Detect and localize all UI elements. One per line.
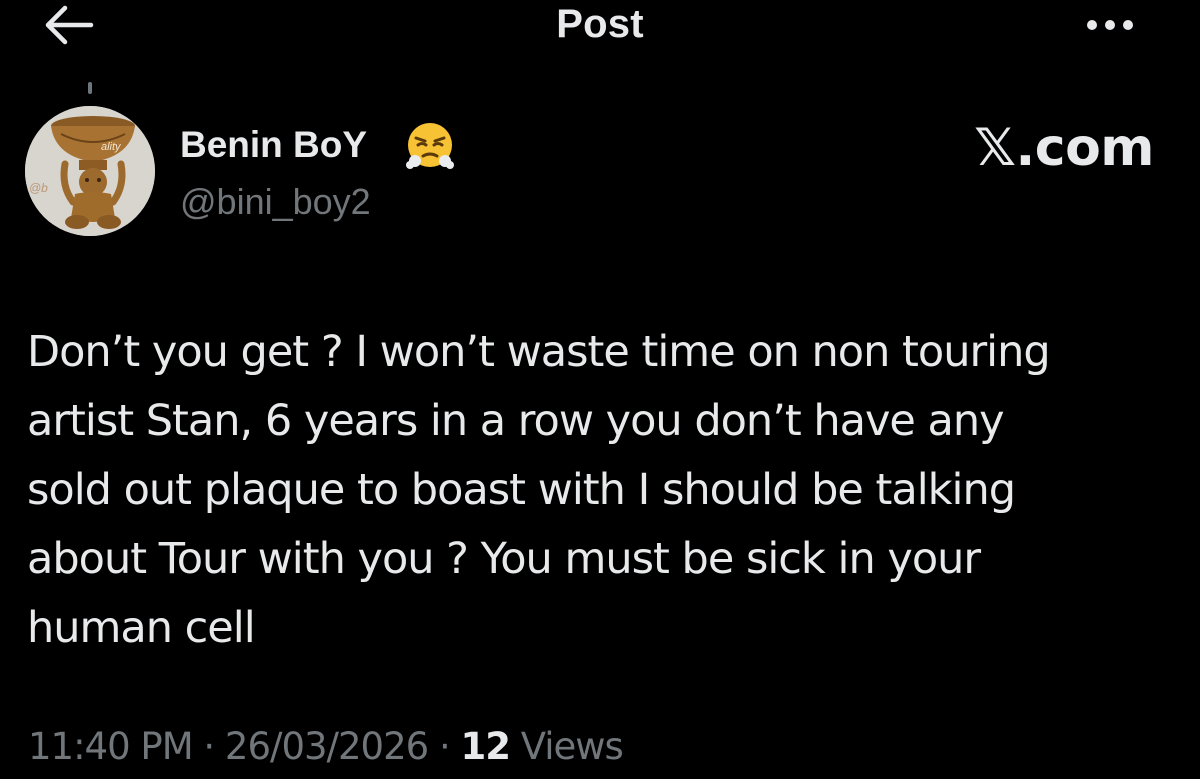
- page-title: Post: [556, 2, 644, 46]
- more-horizontal-icon: [1087, 20, 1133, 30]
- top-bar: Post: [0, 0, 1200, 60]
- x-com-watermark: 𝕏.com: [974, 118, 1154, 178]
- author-handle[interactable]: @bini_boy2: [180, 181, 371, 223]
- avatar[interactable]: @b ality: [25, 106, 155, 236]
- avatar-image: @b ality: [25, 106, 155, 236]
- face-with-steam-from-nose-icon: [406, 123, 454, 169]
- post-meta: 11:40 PM · 26/03/2026 · 12 Views: [28, 725, 624, 768]
- avatar-watermark-text: @b: [29, 181, 48, 195]
- more-button[interactable]: [1080, 8, 1140, 42]
- views-label: Views: [520, 725, 624, 768]
- meta-separator: ·: [203, 725, 215, 768]
- arrow-left-icon: [45, 5, 94, 45]
- back-button[interactable]: [38, 0, 98, 50]
- post-date[interactable]: 26/03/2026: [225, 725, 429, 768]
- meta-separator: ·: [438, 725, 451, 768]
- avatar-overlay-text: ality: [101, 141, 122, 153]
- post-time[interactable]: 11:40 PM: [28, 725, 194, 768]
- views-count[interactable]: 12: [460, 725, 510, 768]
- post-text: Don’t you get ? I won’t waste time on no…: [27, 327, 1051, 653]
- thread-connector: [88, 82, 92, 94]
- author-name[interactable]: Benin BoY: [180, 124, 367, 166]
